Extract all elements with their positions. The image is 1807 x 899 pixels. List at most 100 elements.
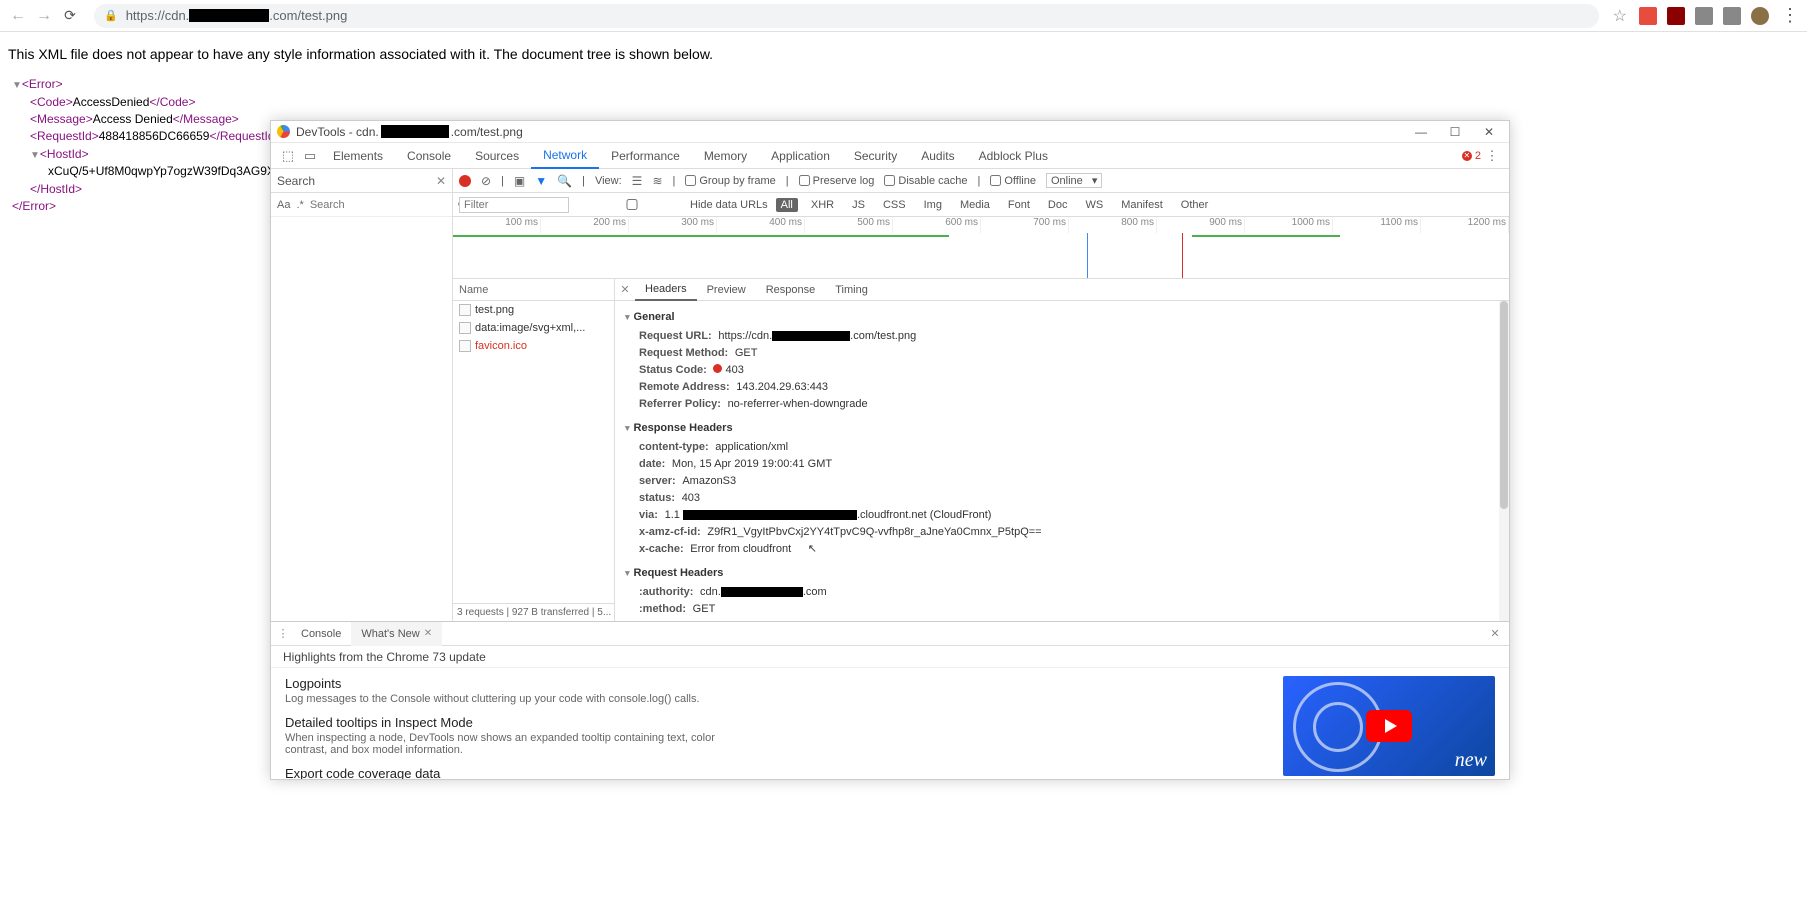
profile-avatar[interactable] — [1751, 7, 1769, 25]
forward-button[interactable]: → — [34, 6, 54, 26]
close-drawer-icon[interactable]: ✕ — [1485, 627, 1505, 640]
detail-tab-headers[interactable]: Headers — [635, 279, 697, 301]
k: x-amz-cf-id: — [639, 526, 701, 538]
label: Offline — [1004, 175, 1036, 187]
reload-button[interactable]: ⟳ — [60, 6, 80, 26]
tab-network[interactable]: Network — [531, 143, 599, 169]
k: date: — [639, 458, 665, 470]
url-prefix: https://cdn. — [126, 8, 190, 23]
feature-item[interactable]: Export code coverage data — [285, 766, 1267, 779]
case-toggle[interactable]: Aa — [277, 199, 290, 211]
filter-img[interactable]: Img — [919, 198, 947, 212]
network-timeline[interactable]: 100 ms 200 ms 300 ms 400 ms 500 ms 600 m… — [453, 217, 1509, 279]
request-name: test.png — [475, 304, 514, 316]
tab-audits[interactable]: Audits — [909, 143, 966, 169]
tab-security[interactable]: Security — [842, 143, 909, 169]
tab-adblock[interactable]: Adblock Plus — [967, 143, 1060, 169]
waterfall-icon[interactable]: ≋ — [652, 174, 662, 188]
drawer-body[interactable]: Logpoints Log messages to the Console wi… — [271, 668, 1509, 779]
feature-item[interactable]: Detailed tooltips in Inspect Mode When i… — [285, 715, 1267, 756]
filter-xhr[interactable]: XHR — [806, 198, 839, 212]
extension-icon[interactable] — [1639, 7, 1657, 25]
filter-ws[interactable]: WS — [1080, 198, 1108, 212]
search-icon[interactable]: 🔍 — [557, 174, 572, 188]
drawer-menu-icon[interactable]: ⋮ — [275, 627, 291, 640]
close-search-icon[interactable]: ✕ — [436, 174, 446, 188]
tab-elements[interactable]: Elements — [321, 143, 395, 169]
address-bar[interactable]: 🔒 https://cdn..com/test.png — [94, 4, 1599, 28]
extension-icon[interactable] — [1667, 7, 1685, 25]
filter-other[interactable]: Other — [1176, 198, 1214, 212]
regex-toggle[interactable]: .* — [296, 199, 303, 211]
detail-tab-response[interactable]: Response — [756, 279, 826, 301]
cast-icon[interactable] — [1723, 7, 1741, 25]
disable-cache-checkbox[interactable]: Disable cache — [884, 175, 967, 187]
devtools-title: DevTools - cdn..com/test.png — [296, 125, 1401, 139]
inspect-element-icon[interactable]: ⬚ — [277, 148, 299, 164]
preserve-log-checkbox[interactable]: Preserve log — [799, 175, 875, 187]
large-rows-icon[interactable]: ☰ — [632, 174, 643, 188]
filter-icon[interactable]: ▼ — [535, 174, 547, 188]
video-thumbnail[interactable]: new — [1283, 676, 1495, 776]
devtools-icon — [277, 125, 290, 138]
detail-tab-preview[interactable]: Preview — [697, 279, 756, 301]
back-button[interactable]: ← — [8, 6, 28, 26]
headers-body[interactable]: General Request URL: https://cdn..com/te… — [615, 301, 1509, 621]
throttle-value: Online — [1051, 175, 1083, 187]
request-list-header[interactable]: Name — [453, 279, 614, 301]
close-tab-icon[interactable]: ✕ — [424, 628, 432, 639]
maximize-button[interactable]: ☐ — [1441, 125, 1469, 139]
request-headers-section[interactable]: Request Headers — [625, 563, 1499, 583]
tab-application[interactable]: Application — [759, 143, 842, 169]
search-input[interactable] — [310, 199, 452, 211]
drawer-tab-whatsnew[interactable]: What's New✕ — [351, 622, 442, 646]
request-row[interactable]: favicon.ico — [453, 337, 614, 355]
feature-item[interactable]: Logpoints Log messages to the Console wi… — [285, 676, 1267, 705]
device-toggle-icon[interactable]: ▭ — [299, 148, 321, 164]
tab-console[interactable]: Console — [395, 143, 463, 169]
filter-js[interactable]: JS — [847, 198, 870, 212]
offline-checkbox[interactable]: Offline — [990, 175, 1036, 187]
general-section[interactable]: General — [625, 307, 1499, 327]
scrollbar[interactable] — [1499, 301, 1509, 621]
record-button[interactable] — [459, 175, 471, 187]
devtools-titlebar[interactable]: DevTools - cdn..com/test.png — ☐ ✕ — [271, 121, 1509, 143]
play-icon[interactable] — [1366, 710, 1412, 742]
tab-sources[interactable]: Sources — [463, 143, 531, 169]
drawer-tab-console[interactable]: Console — [291, 622, 351, 646]
throttling-select[interactable]: Online ▾ — [1046, 173, 1103, 188]
xml-text: Access Denied — [93, 112, 173, 126]
minimize-button[interactable]: — — [1407, 125, 1435, 139]
v: 143.204.29.63:443 — [736, 381, 828, 393]
filter-manifest[interactable]: Manifest — [1116, 198, 1168, 212]
filter-media[interactable]: Media — [955, 198, 995, 212]
xml-tag: </Error> — [12, 199, 56, 213]
response-headers-section[interactable]: Response Headers — [625, 418, 1499, 438]
scrollbar-thumb[interactable] — [1500, 301, 1508, 509]
search-title: Search — [277, 174, 315, 188]
error-badge[interactable]: ✕2 — [1462, 150, 1481, 162]
drawer-headline: Highlights from the Chrome 73 update — [271, 646, 1509, 668]
tab-memory[interactable]: Memory — [692, 143, 759, 169]
browser-menu-icon[interactable]: ⋮ — [1781, 5, 1799, 26]
detail-tab-timing[interactable]: Timing — [825, 279, 878, 301]
filter-doc[interactable]: Doc — [1043, 198, 1073, 212]
group-by-frame-checkbox[interactable]: Group by frame — [685, 175, 775, 187]
filter-font[interactable]: Font — [1003, 198, 1035, 212]
filter-css[interactable]: CSS — [878, 198, 911, 212]
bookmark-icon[interactable]: ☆ — [1613, 6, 1627, 26]
request-row[interactable]: data:image/svg+xml,... — [453, 319, 614, 337]
screenshot-icon[interactable]: ▣ — [514, 174, 525, 188]
decorative-circle — [1313, 702, 1363, 752]
filter-input[interactable] — [459, 197, 569, 213]
file-icon — [459, 340, 471, 352]
settings-menu-icon[interactable]: ⋮ — [1481, 148, 1503, 164]
close-button[interactable]: ✕ — [1475, 125, 1503, 139]
tab-performance[interactable]: Performance — [599, 143, 692, 169]
clear-icon[interactable]: ⊘ — [481, 174, 491, 188]
filter-all[interactable]: All — [776, 198, 798, 212]
hide-data-urls-checkbox[interactable]: Hide data URLs — [577, 199, 768, 211]
extension-icon[interactable] — [1695, 7, 1713, 25]
request-row[interactable]: test.png — [453, 301, 614, 319]
close-detail-icon[interactable]: ✕ — [615, 283, 635, 296]
